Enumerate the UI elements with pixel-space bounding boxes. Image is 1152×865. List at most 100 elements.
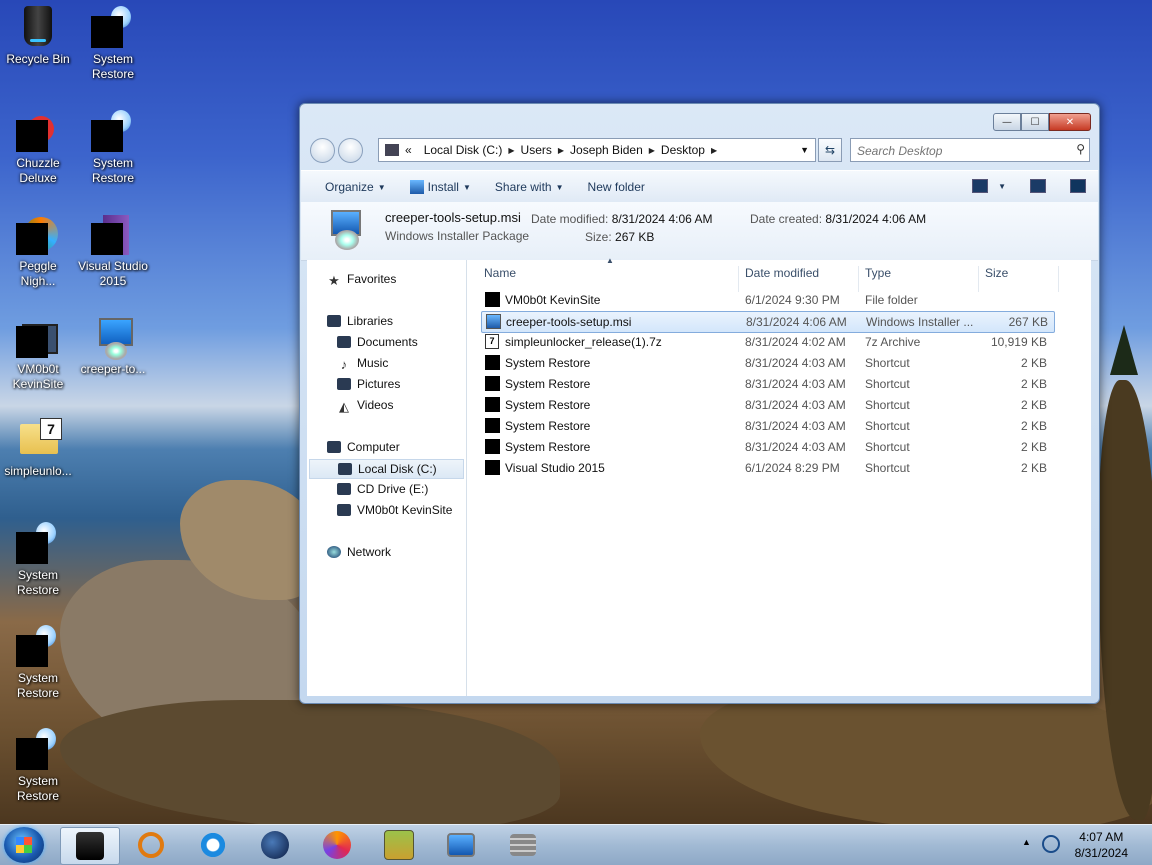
file-row-system-restore[interactable]: System Restore 8/31/2024 4:03 AM Shortcu… — [481, 437, 1053, 457]
close-button[interactable]: ✕ — [1049, 113, 1091, 131]
show-hidden-icons-button[interactable]: ▲ — [1022, 837, 1031, 847]
change-view-icon[interactable] — [972, 179, 989, 193]
file-date: 6/1/2024 8:29 PM — [745, 461, 840, 475]
minimize-button[interactable]: — — [993, 113, 1021, 131]
details-size: Size: 267 KB — [585, 230, 655, 244]
nav-pictures[interactable]: Pictures — [337, 377, 400, 391]
file-row-visual-studio[interactable]: Visual Studio 2015 6/1/2024 8:29 PM Shor… — [481, 458, 1053, 478]
column-divider[interactable] — [978, 266, 979, 292]
desktop-icon-peggle[interactable]: Peggle Nigh... — [1, 213, 75, 289]
taskbar-globe-app[interactable] — [246, 827, 304, 863]
file-size: 267 KB — [1008, 315, 1048, 329]
column-header-size[interactable]: Size — [985, 266, 1008, 280]
file-row-system-restore[interactable]: System Restore 8/31/2024 4:03 AM Shortcu… — [481, 395, 1053, 415]
desktop-icon-label: System Restore — [16, 671, 60, 700]
desktop-icon-system-restore[interactable]: System Restore — [76, 6, 150, 82]
desktop-icon-label: simpleunlo... — [4, 464, 72, 478]
computer-icon — [385, 144, 399, 156]
column-divider[interactable] — [858, 266, 859, 292]
chevron-down-icon: ▼ — [555, 182, 564, 192]
file-row-system-restore[interactable]: System Restore 8/31/2024 4:03 AM Shortcu… — [481, 353, 1053, 373]
drive-icon — [338, 463, 352, 475]
videos-icon: ◭ — [339, 399, 349, 414]
start-button[interactable] — [4, 827, 44, 863]
search-icon[interactable]: ⚲ — [1076, 142, 1085, 156]
nav-cd-drive[interactable]: CD Drive (E:) — [337, 482, 428, 496]
help-icon[interactable] — [1070, 179, 1086, 193]
taskbar-firewall[interactable] — [494, 827, 552, 863]
preview-pane-icon[interactable] — [1030, 179, 1046, 193]
taskbar-explorer[interactable] — [60, 827, 120, 865]
music-icon: ♪ — [340, 357, 348, 372]
share-with-button[interactable]: Share with ▼ — [495, 180, 564, 194]
nav-documents[interactable]: Documents — [337, 335, 418, 349]
nav-favorites[interactable]: ★ Favorites — [327, 272, 396, 288]
column-header-type[interactable]: Type — [865, 266, 891, 280]
column-divider[interactable] — [1058, 266, 1059, 292]
search-input[interactable] — [855, 141, 1059, 161]
taskbar-internet-explorer[interactable] — [184, 827, 242, 863]
organize-button[interactable]: Organize ▼ — [325, 180, 386, 194]
desktop-icon-system-restore[interactable]: System Restore — [76, 110, 150, 186]
nav-label: Network — [347, 545, 392, 559]
pictures-icon — [337, 378, 351, 390]
crumb-desktop[interactable]: Desktop — [655, 143, 711, 157]
column-header-name[interactable]: Name — [484, 266, 516, 280]
desktop-icon-simpleunlocker[interactable]: 7 simpleunlo... — [1, 418, 75, 479]
install-button[interactable]: Install ▼ — [409, 180, 471, 194]
column-divider[interactable] — [738, 266, 739, 292]
file-row-simpleunlocker[interactable]: 7 simpleunlocker_release(1).7z 8/31/2024… — [481, 332, 1053, 352]
desktop-icon-system-restore[interactable]: System Restore — [1, 625, 75, 701]
desktop-icon-chuzzle[interactable]: Chuzzle Deluxe — [1, 110, 75, 186]
computer-icon — [327, 441, 341, 453]
taskbar-firefox[interactable] — [308, 827, 366, 863]
desktop-icon-visual-studio[interactable]: Visual Studio 2015 — [76, 213, 150, 289]
network-status-icon[interactable] — [1042, 835, 1060, 853]
nav-libraries[interactable]: Libraries — [327, 314, 393, 328]
taskbar-search[interactable] — [122, 827, 180, 863]
address-dropdown-icon[interactable]: ▼ — [800, 145, 809, 155]
file-row-system-restore[interactable]: System Restore 8/31/2024 4:03 AM Shortcu… — [481, 374, 1053, 394]
nav-network[interactable]: Network — [327, 545, 391, 559]
crumb-users[interactable]: Users — [515, 143, 558, 157]
maximize-button[interactable]: ☐ — [1021, 113, 1049, 131]
file-date: 8/31/2024 4:03 AM — [745, 398, 846, 412]
chevron-down-icon[interactable]: ▼ — [998, 182, 1006, 191]
taskbar-installer[interactable] — [432, 827, 490, 863]
back-button[interactable] — [310, 138, 335, 163]
desktop-icon-system-restore[interactable]: System Restore — [1, 728, 75, 804]
file-name: System Restore — [505, 356, 591, 370]
address-prefix[interactable]: « — [399, 143, 418, 157]
file-row-creeper-tools-setup[interactable]: creeper-tools-setup.msi 8/31/2024 4:06 A… — [481, 311, 1055, 333]
game-box-icon — [384, 830, 414, 860]
new-folder-button[interactable]: New folder — [588, 180, 645, 194]
crumb-separator-icon[interactable]: ▶ — [711, 146, 717, 155]
search-box[interactable]: ⚲ — [850, 138, 1090, 162]
nav-videos[interactable]: ◭ Videos — [337, 398, 393, 414]
file-row-system-restore[interactable]: System Restore 8/31/2024 4:03 AM Shortcu… — [481, 416, 1053, 436]
nav-music[interactable]: ♪ Music — [337, 356, 389, 372]
nav-local-disk[interactable]: Local Disk (C:) — [309, 459, 464, 479]
crumb-joseph-biden[interactable]: Joseph Biden — [564, 143, 649, 157]
nav-computer[interactable]: Computer — [327, 440, 400, 454]
desktop-icon-creeper-tools[interactable]: creeper-to... — [76, 316, 150, 377]
taskbar: ▲ 4:07 AM 8/31/2024 — [0, 824, 1152, 865]
nav-label: Libraries — [347, 314, 394, 328]
file-row-vm-kevinsite[interactable]: VM0b0t KevinSite 6/1/2024 9:30 PM File f… — [481, 290, 1053, 310]
address-bar[interactable]: « Local Disk (C:) ▶ Users ▶ Joseph Biden ▶ … — [378, 138, 816, 162]
view-controls: ▼ — [972, 179, 1086, 193]
details-pane: creeper-tools-setup.msi Windows Installe… — [301, 202, 1098, 261]
crumb-local-disk[interactable]: Local Disk (C:) — [418, 143, 509, 157]
clock[interactable]: 4:07 AM 8/31/2024 — [1075, 829, 1128, 861]
desktop-icon-recycle-bin[interactable]: Recycle Bin — [1, 6, 75, 67]
nav-vm-kevinsite[interactable]: VM0b0t KevinSite — [337, 503, 452, 517]
taskbar-game-box[interactable] — [370, 827, 428, 863]
refresh-button[interactable]: ⇆ — [818, 138, 842, 162]
desktop-icon-vm-kevinsite[interactable]: VM0b0t KevinSite — [1, 316, 75, 392]
file-list: Name ▲ Date modified Type Size VM0b0t Ke… — [467, 256, 1091, 696]
column-header-date[interactable]: Date modified — [745, 266, 819, 280]
forward-button[interactable] — [338, 138, 363, 163]
desktop-icon-system-restore[interactable]: System Restore — [1, 522, 75, 598]
file-size: 2 KB — [1020, 461, 1047, 475]
file-date: 8/31/2024 4:02 AM — [745, 335, 846, 349]
